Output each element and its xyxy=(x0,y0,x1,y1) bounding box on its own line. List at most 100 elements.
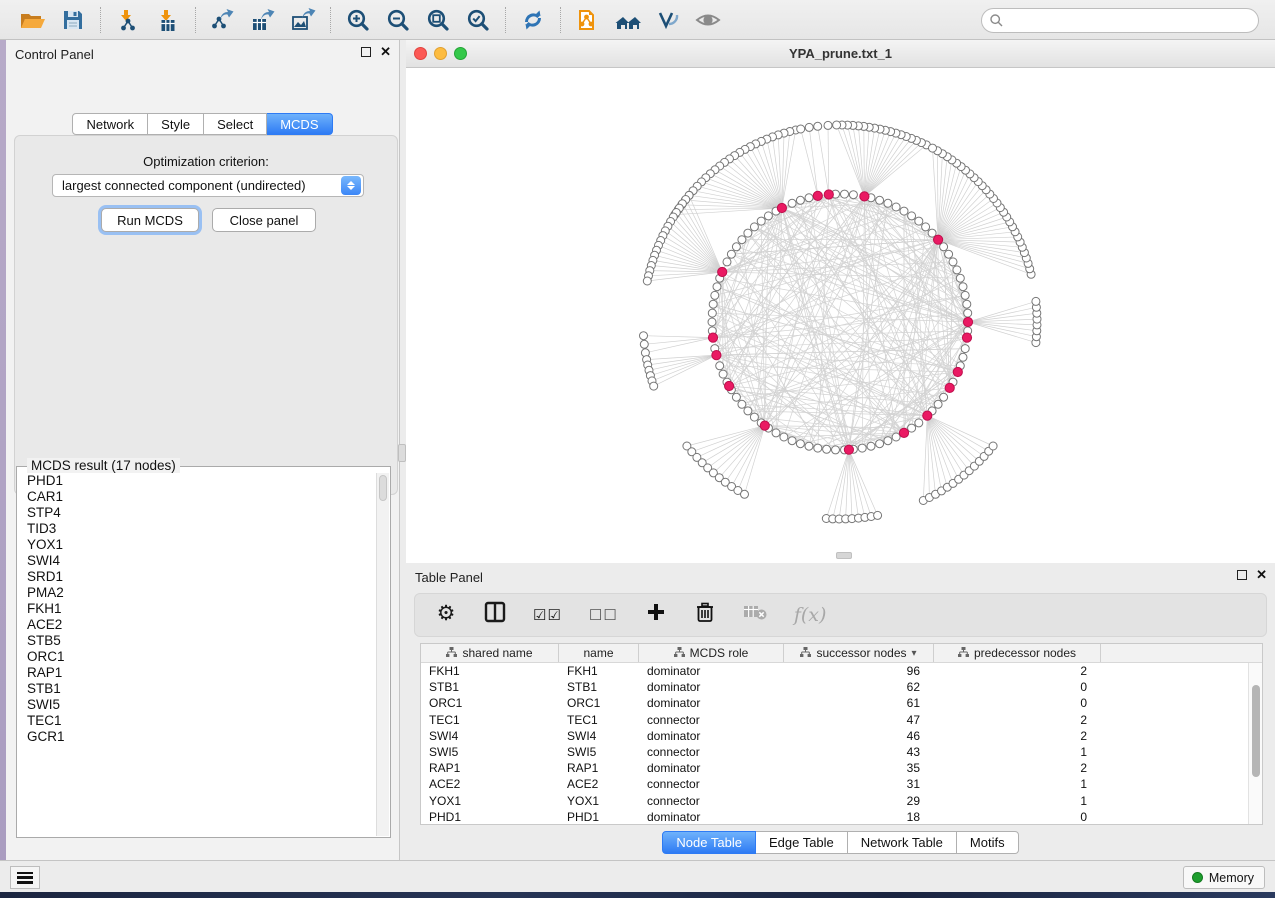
mcds-node-item[interactable]: FKH1 xyxy=(27,601,376,617)
delete-row-button[interactable] xyxy=(694,602,716,628)
table-row[interactable]: RAP1RAP1dominator352 xyxy=(421,760,1248,776)
cell-name: SWI4 xyxy=(559,729,639,743)
column-header-successor-nodes[interactable]: successor nodes▾ xyxy=(784,644,934,662)
cell-shared_name: ORC1 xyxy=(421,696,559,710)
import-table-button[interactable] xyxy=(153,6,183,34)
task-history-button[interactable] xyxy=(10,866,40,889)
network-hscroll-thumb[interactable] xyxy=(836,552,852,559)
zoom-out-button[interactable] xyxy=(383,6,413,34)
dropdown-stepper-icon[interactable] xyxy=(341,176,361,195)
cell-mcds_role: dominator xyxy=(639,729,784,743)
network-graph-canvas[interactable] xyxy=(406,68,1275,563)
window-minimize-light[interactable] xyxy=(434,47,447,60)
tab-motifs[interactable]: Motifs xyxy=(957,831,1019,854)
table-row[interactable]: FKH1FKH1dominator962 xyxy=(421,663,1248,679)
toolbar-separator xyxy=(505,7,506,33)
panel-splitter-grip[interactable] xyxy=(398,444,406,462)
mcds-result-list[interactable]: PHD1CAR1STP4TID3YOX1SWI4SRD1PMA2FKH1ACE2… xyxy=(18,473,376,836)
mcds-node-item[interactable]: TEC1 xyxy=(27,713,376,729)
tab-node-table[interactable]: Node Table xyxy=(662,831,756,854)
home-button[interactable] xyxy=(613,6,643,34)
column-header-predecessor-nodes[interactable]: predecessor nodes xyxy=(934,644,1101,662)
table-row[interactable]: ACE2ACE2connector311 xyxy=(421,776,1248,792)
cell-predecessor_nodes: 2 xyxy=(934,664,1101,678)
mcds-node-item[interactable]: PMA2 xyxy=(27,585,376,601)
clone-network-button[interactable] xyxy=(573,6,603,34)
table-row[interactable]: SWI5SWI5connector431 xyxy=(421,744,1248,760)
network-window-titlebar[interactable]: YPA_prune.txt_1 xyxy=(406,40,1275,68)
export-image-button[interactable] xyxy=(288,6,318,34)
columns-button[interactable] xyxy=(484,602,506,628)
mcds-node-item[interactable]: YOX1 xyxy=(27,537,376,553)
export-network-button[interactable] xyxy=(208,6,238,34)
settings-icon: ⚙ xyxy=(437,604,456,626)
tab-select[interactable]: Select xyxy=(204,113,267,135)
mcds-node-item[interactable]: STB5 xyxy=(27,633,376,649)
zoom-fit-button[interactable] xyxy=(423,6,453,34)
mcds-result-title: MCDS result (17 nodes) xyxy=(27,458,180,473)
float-panel-icon[interactable] xyxy=(361,47,371,57)
table-row[interactable]: TEC1TEC1connector472 xyxy=(421,712,1248,728)
tab-style[interactable]: Style xyxy=(148,113,204,135)
memory-status-icon xyxy=(1192,872,1203,883)
mcds-node-item[interactable]: TID3 xyxy=(27,521,376,537)
column-header-MCDS-role[interactable]: MCDS role xyxy=(639,644,784,662)
export-table-button[interactable] xyxy=(248,6,278,34)
table-row[interactable]: ORC1ORC1dominator610 xyxy=(421,695,1248,711)
column-header-shared-name[interactable]: shared name xyxy=(421,644,559,662)
table-scrollbar[interactable] xyxy=(1248,663,1262,824)
list-icon xyxy=(17,872,33,884)
close-table-panel-icon[interactable]: ✕ xyxy=(1256,570,1267,580)
settings-button[interactable]: ⚙ xyxy=(435,602,457,628)
cell-successor_nodes: 46 xyxy=(784,729,934,743)
window-close-light[interactable] xyxy=(414,47,427,60)
mcds-node-item[interactable]: RAP1 xyxy=(27,665,376,681)
import-network-button[interactable] xyxy=(113,6,143,34)
mcds-node-item[interactable]: STB1 xyxy=(27,681,376,697)
mcds-result-scrollbar[interactable] xyxy=(376,473,389,836)
table-row[interactable]: YOX1YOX1connector291 xyxy=(421,793,1248,809)
deselect-all-button[interactable]: ☐☐ xyxy=(589,602,618,628)
mcds-node-item[interactable]: SWI5 xyxy=(27,697,376,713)
open-folder-button[interactable] xyxy=(18,6,48,34)
select-all-button[interactable]: ☑☑ xyxy=(533,602,562,628)
mcds-node-item[interactable]: SRD1 xyxy=(27,569,376,585)
tab-edge-table[interactable]: Edge Table xyxy=(756,831,848,854)
zoom-fit-icon xyxy=(426,8,450,32)
window-zoom-light[interactable] xyxy=(454,47,467,60)
tab-network-table[interactable]: Network Table xyxy=(848,831,957,854)
table-row[interactable]: SWI4SWI4dominator462 xyxy=(421,728,1248,744)
mcds-node-item[interactable]: STP4 xyxy=(27,505,376,521)
mcds-node-item[interactable]: ORC1 xyxy=(27,649,376,665)
mcds-node-item[interactable]: CAR1 xyxy=(27,489,376,505)
refresh-button[interactable] xyxy=(518,6,548,34)
table-row[interactable]: STB1STB1dominator620 xyxy=(421,679,1248,695)
mcds-node-item[interactable]: SWI4 xyxy=(27,553,376,569)
tab-mcds[interactable]: MCDS xyxy=(267,113,332,135)
search-box[interactable] xyxy=(981,8,1259,33)
zoom-in-button[interactable] xyxy=(343,6,373,34)
float-table-panel-icon[interactable] xyxy=(1237,570,1247,580)
cell-successor_nodes: 62 xyxy=(784,680,934,694)
table-row[interactable]: PHD1PHD1dominator180 xyxy=(421,809,1248,824)
close-panel-button[interactable]: Close panel xyxy=(212,208,316,232)
memory-button[interactable]: Memory xyxy=(1183,866,1265,889)
column-header-name[interactable]: name xyxy=(559,644,639,662)
show-hide-button[interactable] xyxy=(693,6,723,34)
style-toggle-button[interactable] xyxy=(653,6,683,34)
save-button[interactable] xyxy=(58,6,88,34)
desktop-wallpaper-bottom xyxy=(0,892,1275,898)
zoom-selected-button[interactable] xyxy=(463,6,493,34)
run-mcds-button[interactable]: Run MCDS xyxy=(101,208,199,232)
close-panel-icon[interactable]: ✕ xyxy=(380,47,391,57)
node-table-rows: FKH1FKH1dominator962STB1STB1dominator620… xyxy=(421,663,1248,824)
mcds-node-item[interactable]: ACE2 xyxy=(27,617,376,633)
add-row-button[interactable] xyxy=(645,602,667,628)
search-input[interactable] xyxy=(1003,14,1258,28)
tab-network[interactable]: Network xyxy=(72,113,148,135)
criterion-dropdown[interactable]: largest connected component (undirected) xyxy=(52,174,364,197)
control-panel-title: Control Panel xyxy=(15,47,94,62)
mcds-node-item[interactable]: PHD1 xyxy=(27,473,376,489)
mcds-node-item[interactable]: GCR1 xyxy=(27,729,376,745)
node-table: shared namenameMCDS rolesuccessor nodes▾… xyxy=(420,643,1263,825)
